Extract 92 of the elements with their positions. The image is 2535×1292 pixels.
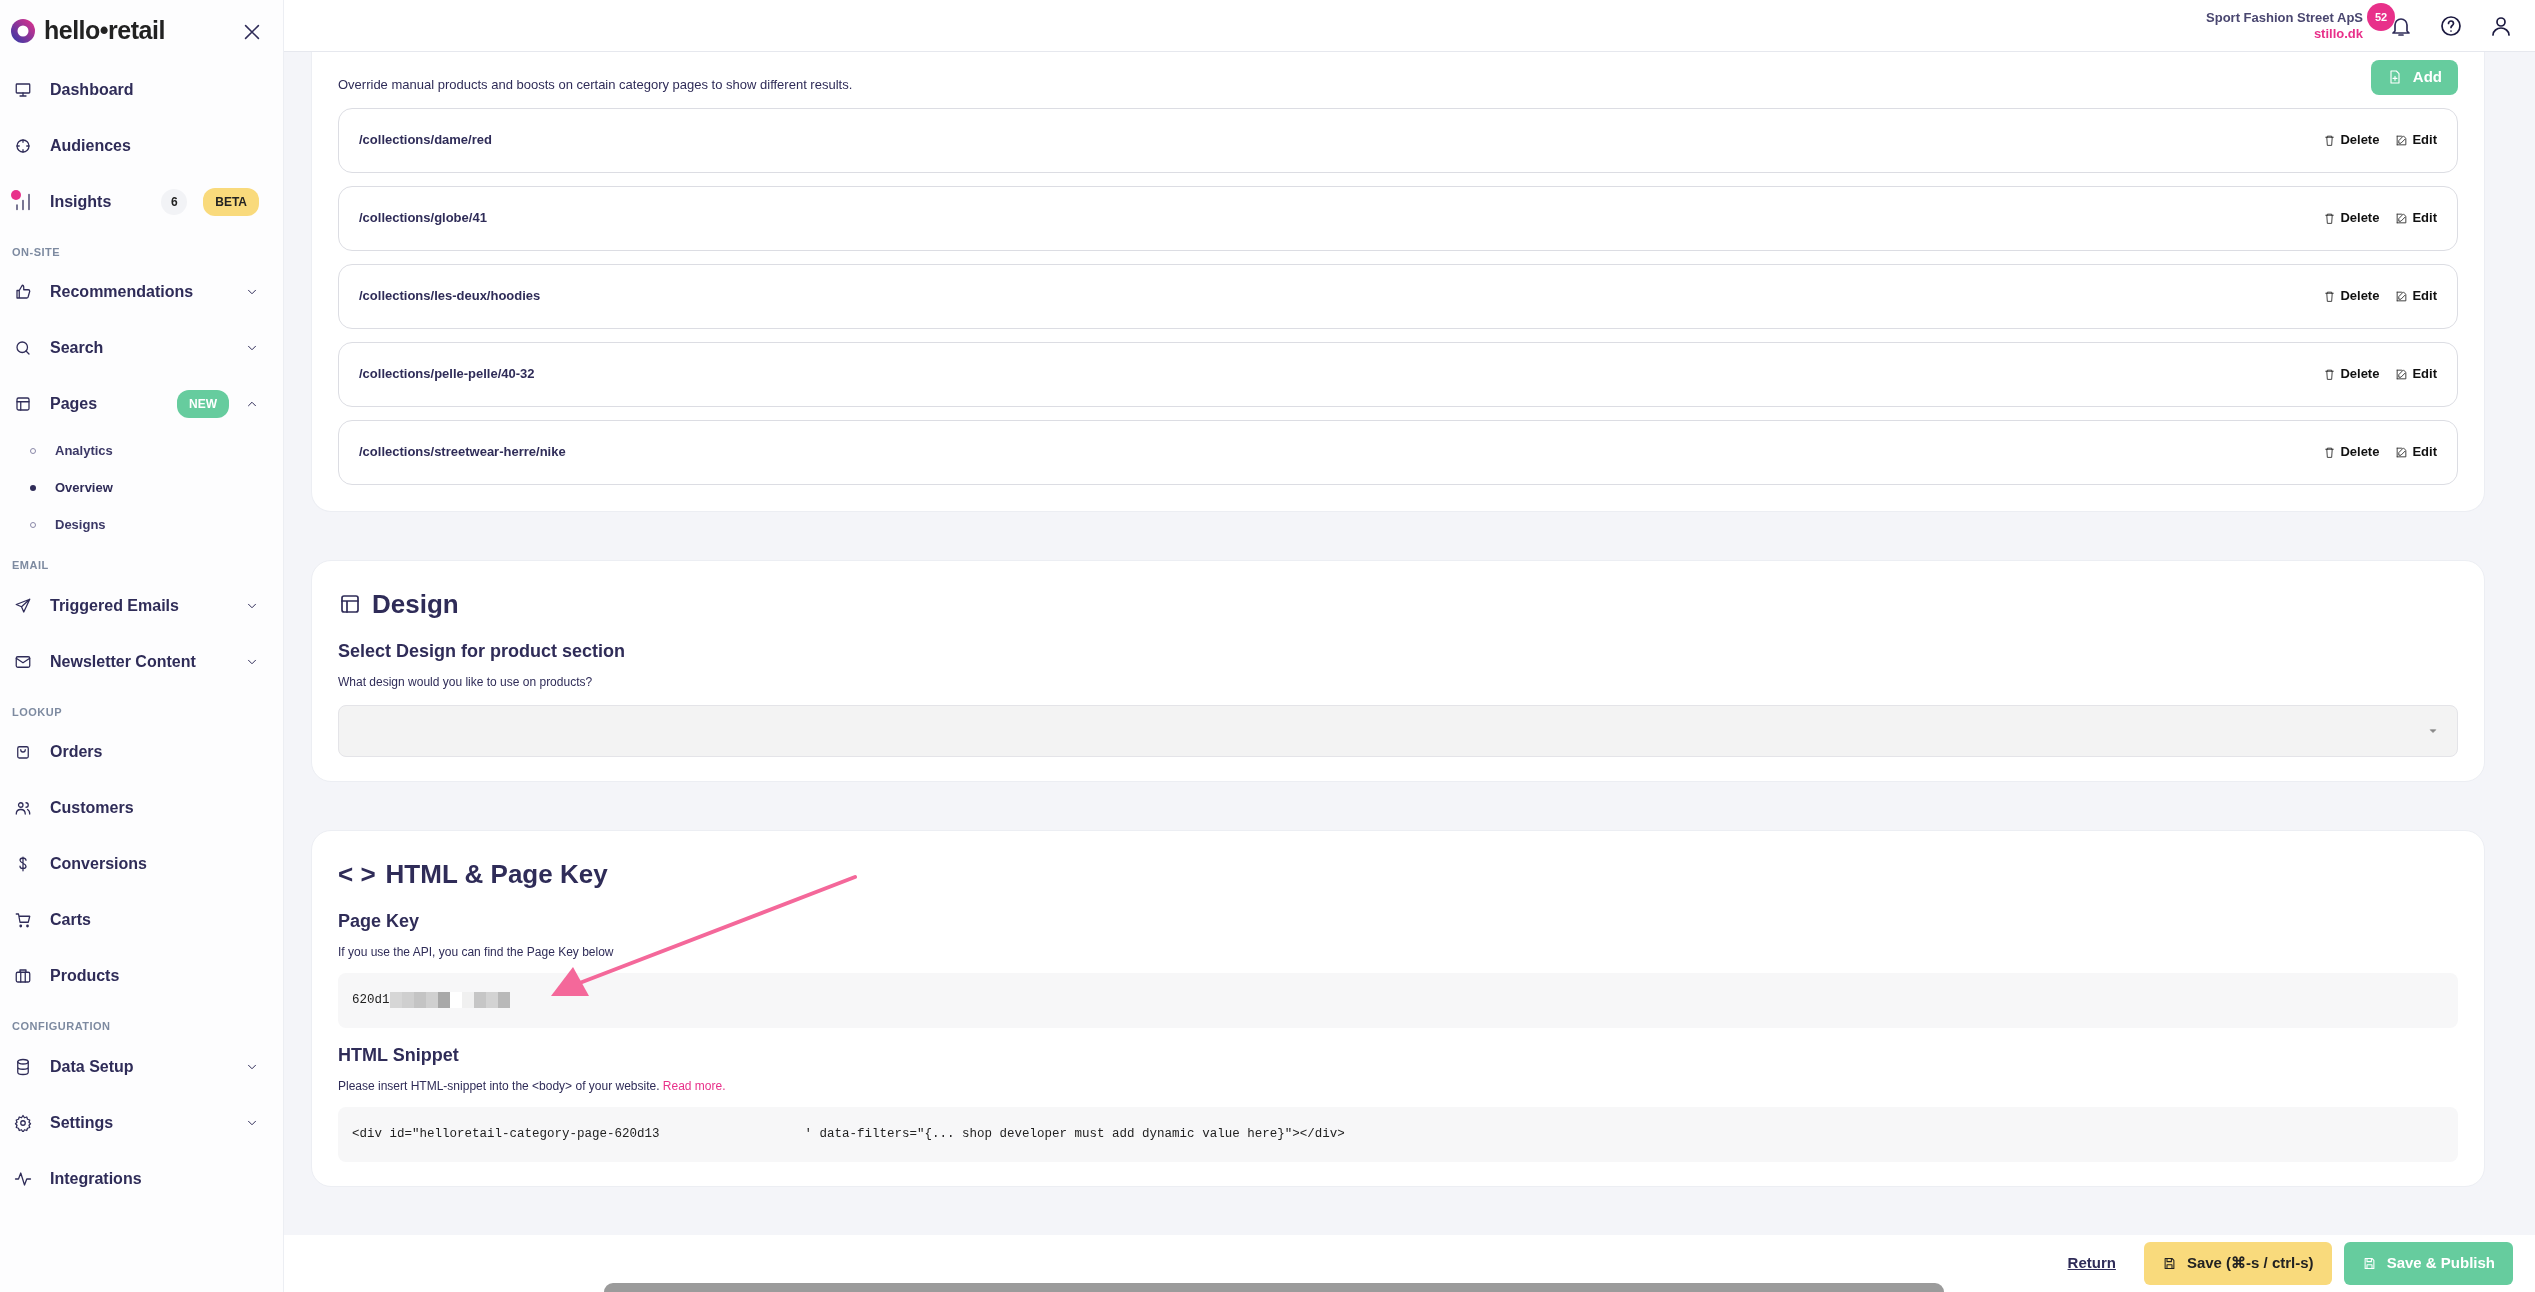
thumbs-up-icon [14, 283, 32, 301]
snippet-code: ' data-filters="{... shop developer must add dynamic value here}"></div> [804, 1125, 1345, 1143]
section-heading: CONFIGURATION [11, 1019, 112, 1034]
sidebar-item[interactable]: Dashboard [0, 61, 283, 118]
sidebar-item[interactable]: Customers [0, 780, 283, 836]
edit-button[interactable]: Edit [2395, 286, 2437, 306]
sidebar-item[interactable]: Orders [0, 724, 283, 780]
edit-button[interactable]: Edit [2395, 442, 2437, 462]
edit-icon [2395, 211, 2409, 225]
briefcase-icon [14, 967, 32, 985]
submenu-item[interactable]: Designs [0, 506, 283, 543]
save-icon [2361, 1256, 2377, 1271]
save-icon [2161, 1256, 2177, 1271]
sidebar-item[interactable]: Insights 6 BETA [0, 173, 283, 230]
edit-button[interactable]: Edit [2395, 130, 2437, 150]
search-icon [14, 339, 32, 357]
help-text: What design would you like to use on products? [338, 673, 594, 691]
notification-count: 52 [2367, 2, 2395, 31]
sidebar-item[interactable]: Conversions [0, 836, 283, 892]
sidebar-item[interactable]: Triggered Emails [0, 577, 283, 634]
submenu-item[interactable]: Analytics [0, 432, 283, 469]
edit-button[interactable]: Edit [2395, 208, 2437, 228]
status-badge: NEW [177, 390, 229, 418]
category-path: /collections/streetwear-herre/nike [359, 443, 566, 462]
return-link[interactable]: Return [2067, 1252, 2116, 1275]
save-button[interactable]: Save (⌘-s / ctrl-s) [2143, 1242, 2332, 1285]
sidebar-item[interactable]: Carts [0, 892, 283, 948]
sidebar-item[interactable]: Data Setup [0, 1038, 283, 1095]
category-path: /collections/les-deux/hoodies [359, 287, 541, 306]
sidebar-item[interactable]: Integrations [0, 1150, 283, 1207]
section-description: Override manual products and boosts on certain category pages to show different results. [338, 76, 853, 94]
activity-icon [14, 1169, 32, 1188]
users-icon [14, 799, 32, 817]
category-path: /collections/globe/41 [359, 209, 487, 228]
shop-domain[interactable]: stillo.dk [2206, 25, 2363, 42]
layout-icon [14, 395, 32, 413]
cart-icon [14, 911, 32, 929]
snippet-code: <div id="helloretail-category-page-620d13 [352, 1125, 660, 1143]
bullet-icon [30, 484, 36, 491]
page-key-value: 620d1 [352, 991, 390, 1009]
trash-icon [2323, 289, 2337, 303]
delete-button[interactable]: Delete [2323, 130, 2380, 150]
edit-icon [2395, 289, 2409, 303]
sidebar-item[interactable]: Pages NEW [0, 376, 283, 432]
help-text: Please insert HTML-snippet into the <body> of your website. Read more. [338, 1077, 727, 1095]
logo-icon [10, 17, 36, 44]
subsection-title: Page Key [338, 909, 421, 933]
trash-icon [2323, 367, 2337, 381]
gear-icon [14, 1113, 32, 1132]
category-path: /collections/dame/red [359, 131, 492, 150]
database-icon [14, 1057, 32, 1076]
crosshair-icon [14, 136, 32, 155]
section-title: Design [372, 587, 459, 621]
section-title: HTML & Page Key [385, 857, 608, 891]
help-text: If you use the API, you can find the Page Key below [338, 943, 615, 961]
edit-icon [2395, 367, 2409, 381]
shopping-bag-icon [14, 743, 32, 761]
sidebar-item[interactable]: Newsletter Content [0, 633, 283, 690]
section-heading: LOOKUP [11, 704, 64, 720]
help-icon [2439, 13, 2463, 38]
sidebar-item[interactable]: Search [0, 320, 283, 376]
submenu-item[interactable]: Overview [0, 469, 283, 506]
layout-icon [338, 592, 362, 616]
sidebar-item[interactable]: Settings [0, 1094, 283, 1151]
edit-button[interactable]: Edit [2395, 364, 2437, 384]
section-heading: EMAIL [11, 558, 50, 573]
delete-button[interactable]: Delete [2323, 364, 2380, 384]
trash-icon [2323, 133, 2337, 147]
field-label: Select Design for product section [338, 639, 627, 663]
edit-icon [2395, 133, 2409, 147]
status-badge: BETA [203, 187, 259, 216]
delete-button[interactable]: Delete [2323, 442, 2380, 462]
send-icon [14, 596, 32, 615]
edit-icon [2395, 445, 2409, 459]
section-heading: ON-SITE [11, 244, 62, 260]
category-path: /collections/pelle-pelle/40-32 [359, 365, 535, 384]
sidebar-item[interactable]: Products [0, 948, 283, 1004]
sidebar-item[interactable]: Audiences [0, 117, 283, 174]
count-badge: 6 [161, 188, 188, 215]
code-icon: < > [338, 854, 376, 894]
brand-logo-text: hello•retail [44, 15, 165, 46]
monitor-icon [14, 80, 32, 99]
account-name: Sport Fashion Street ApS [2206, 9, 2363, 26]
help-button[interactable] [2439, 13, 2463, 38]
sidebar-item[interactable]: Recommendations [0, 264, 283, 320]
subsection-title: HTML Snippet [338, 1043, 460, 1067]
bar-chart-icon [14, 192, 32, 211]
delete-button[interactable]: Delete [2323, 286, 2380, 306]
trash-icon [2323, 445, 2337, 459]
delete-button[interactable]: Delete [2323, 208, 2380, 228]
read-more-link[interactable]: Read more. [662, 1078, 726, 1093]
trash-icon [2323, 211, 2337, 225]
